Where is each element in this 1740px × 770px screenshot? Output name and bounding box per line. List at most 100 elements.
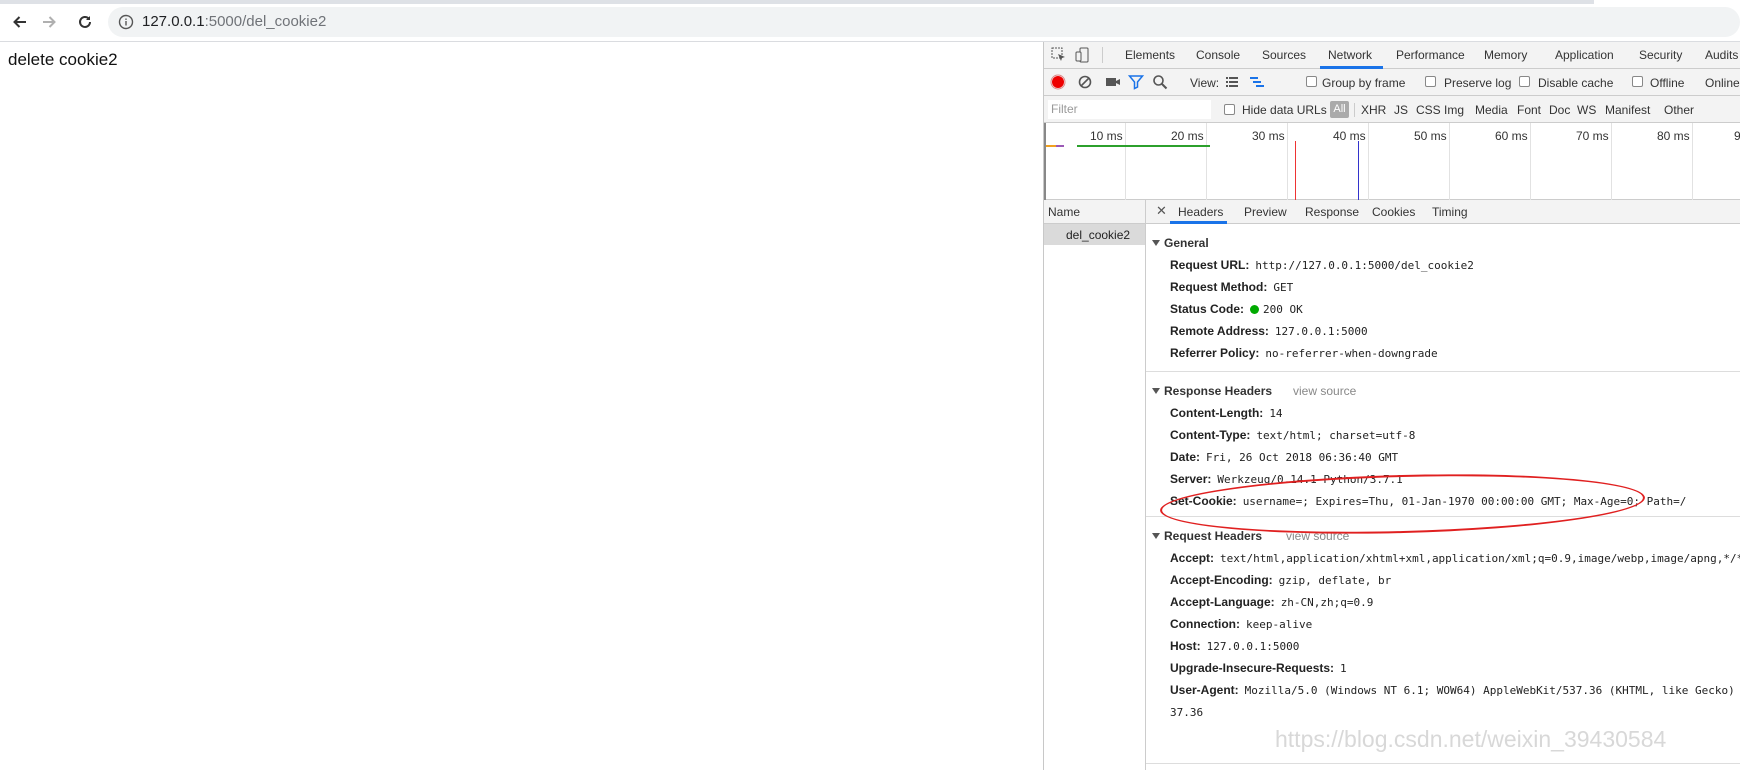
filter-ws[interactable]: WS — [1577, 103, 1596, 117]
tab-memory[interactable]: Memory — [1484, 48, 1527, 62]
tabbar-separator — [1102, 47, 1103, 63]
section-title: Response Headers — [1164, 384, 1273, 398]
timeline-gridline — [1287, 123, 1288, 200]
timeline-bar-connect — [1056, 145, 1064, 147]
header-row: Status Code: 200 OK — [1170, 302, 1303, 316]
header-key: Request Method: — [1170, 280, 1268, 294]
header-row: Accept: text/html,application/xhtml+xml,a… — [1170, 551, 1740, 565]
timeline-gridline — [1125, 123, 1126, 200]
load-event-line — [1295, 141, 1296, 200]
filter-all-button[interactable]: All — [1330, 101, 1349, 118]
arrow-left-icon — [13, 16, 26, 28]
devtools-tabbar: Elements Console Sources Network Perform… — [1044, 42, 1740, 69]
tab-elements[interactable]: Elements — [1125, 48, 1175, 62]
large-rows-icon[interactable] — [1224, 74, 1240, 90]
header-value: zh-CN,zh;q=0.9 — [1280, 596, 1374, 609]
offline-label: Offline — [1650, 76, 1685, 90]
name-column-header[interactable]: Name — [1044, 200, 1145, 224]
filter-separator — [1354, 103, 1355, 117]
request-row[interactable]: del_cookie2 — [1044, 224, 1145, 245]
header-row: Request URL: http://127.0.0.1:5000/del_co… — [1170, 258, 1474, 272]
info-icon[interactable] — [118, 14, 134, 30]
preserve-log-checkbox[interactable] — [1425, 76, 1436, 87]
device-toolbar-icon[interactable] — [1074, 46, 1092, 64]
section-title: General — [1164, 236, 1209, 250]
header-value: 37.36 — [1170, 706, 1204, 719]
header-key: Set-Cookie: — [1170, 494, 1237, 508]
filter-img[interactable]: Img — [1444, 103, 1464, 117]
header-value: keep-alive — [1246, 618, 1313, 631]
address-bar[interactable]: 127.0.0.1:5000/del_cookie2 — [108, 7, 1740, 37]
reload-button[interactable] — [72, 9, 98, 35]
record-icon[interactable] — [1050, 74, 1066, 90]
header-row: Remote Address: 127.0.0.1:5000 — [1170, 324, 1368, 338]
waterfall-icon[interactable] — [1249, 74, 1265, 90]
tab-sources[interactable]: Sources — [1262, 48, 1306, 62]
url-host: 127.0.0.1 — [142, 13, 205, 30]
timeline-gridline — [1692, 123, 1693, 200]
network-toolbar: View: Group by frame Preserve log Disabl… — [1044, 69, 1740, 96]
tab-headers[interactable]: Headers — [1178, 205, 1223, 219]
hide-data-urls-checkbox[interactable] — [1224, 104, 1235, 115]
header-value: text/html; charset=utf-8 — [1256, 429, 1416, 442]
tab-security[interactable]: Security — [1639, 48, 1682, 62]
tab-timing[interactable]: Timing — [1432, 205, 1468, 219]
filter-icon[interactable] — [1128, 74, 1144, 90]
back-button[interactable] — [7, 9, 33, 35]
header-value: GET — [1273, 281, 1294, 294]
request-headers-toggle[interactable]: Request Headers — [1152, 529, 1262, 543]
header-row: Content-Length: 14 — [1170, 406, 1283, 420]
triangle-down-icon — [1152, 388, 1160, 394]
header-key: Referrer Policy: — [1170, 346, 1260, 360]
timeline-label: 20 ms — [1171, 129, 1204, 143]
filter-css[interactable]: CSS — [1416, 103, 1441, 117]
response-headers-toggle[interactable]: Response Headers — [1152, 384, 1272, 398]
filter-xhr[interactable]: XHR — [1361, 103, 1386, 117]
reload-icon — [79, 15, 91, 28]
tab-console[interactable]: Console — [1196, 48, 1240, 62]
filter-js[interactable]: JS — [1394, 103, 1408, 117]
overview-timeline[interactable]: 10 ms 20 ms 30 ms 40 ms 50 ms 60 ms 70 m… — [1044, 123, 1740, 200]
header-value: gzip, deflate, br — [1278, 574, 1392, 587]
forward-button[interactable] — [36, 9, 62, 35]
filter-manifest[interactable]: Manifest — [1605, 103, 1650, 117]
tab-application[interactable]: Application — [1555, 48, 1614, 62]
filter-input[interactable]: Filter — [1048, 100, 1211, 119]
timeline-label: 80 ms — [1657, 129, 1690, 143]
header-value: 1 — [1340, 662, 1347, 675]
tab-audits[interactable]: Audits — [1705, 48, 1738, 62]
header-value: no-referrer-when-downgrade — [1265, 347, 1438, 360]
close-icon[interactable]: ✕ — [1156, 203, 1167, 219]
status-ok-icon — [1250, 305, 1260, 314]
throttling-select[interactable]: Online — [1705, 76, 1740, 90]
header-row: Request Method: GET — [1170, 280, 1293, 294]
search-icon[interactable] — [1152, 74, 1168, 90]
timeline-bar-waiting — [1077, 145, 1210, 147]
camera-icon[interactable] — [1105, 74, 1121, 90]
url-path: :5000/del_cookie2 — [204, 13, 327, 30]
clear-icon[interactable] — [1077, 74, 1093, 90]
header-row: User-Agent: Mozilla/5.0 (Windows NT 6.1; … — [1170, 683, 1735, 697]
inspect-element-icon[interactable] — [1050, 46, 1068, 64]
header-row: Connection: keep-alive — [1170, 617, 1312, 631]
filter-font[interactable]: Font — [1517, 103, 1541, 117]
header-key: Accept: — [1170, 551, 1215, 565]
tab-performance[interactable]: Performance — [1396, 48, 1465, 62]
disable-cache-checkbox[interactable] — [1519, 76, 1530, 87]
timeline-label: 30 ms — [1252, 129, 1285, 143]
view-source-link[interactable]: view source — [1293, 384, 1356, 398]
tab-response[interactable]: Response — [1305, 205, 1359, 219]
timeline-label: 60 ms — [1495, 129, 1528, 143]
header-value: 200 OK — [1263, 303, 1303, 316]
tab-cookies[interactable]: Cookies — [1372, 205, 1415, 219]
filter-other[interactable]: Other — [1664, 103, 1694, 117]
section-divider — [1146, 371, 1740, 372]
general-section-toggle[interactable]: General — [1152, 236, 1209, 250]
view-source-link[interactable]: view source — [1286, 529, 1349, 543]
offline-checkbox[interactable] — [1632, 76, 1643, 87]
group-by-frame-checkbox[interactable] — [1306, 76, 1317, 87]
filter-media[interactable]: Media — [1475, 103, 1508, 117]
filter-doc[interactable]: Doc — [1549, 103, 1570, 117]
tab-preview[interactable]: Preview — [1244, 205, 1287, 219]
tab-network[interactable]: Network — [1328, 48, 1372, 62]
